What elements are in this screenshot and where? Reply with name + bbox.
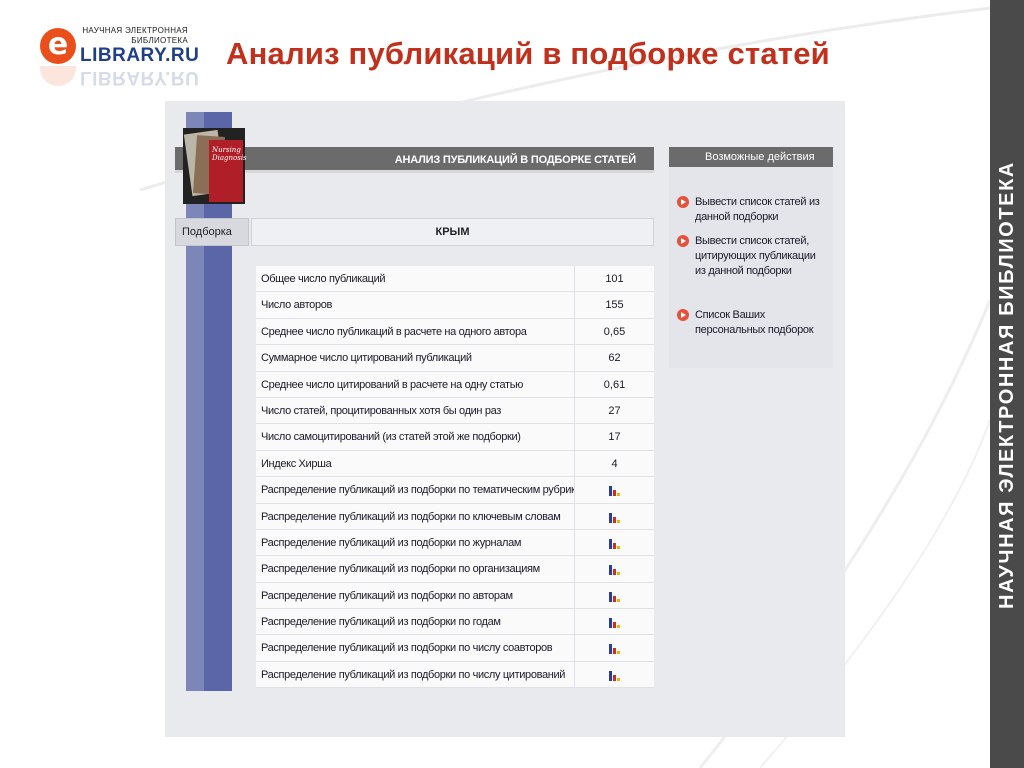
stat-label: Суммарное число цитирований публикаций [261,352,472,365]
elibrary-logo: e НАУЧНАЯ ЭЛЕКТРОННАЯ БИБЛИОТЕКА LIBRARY… [40,22,210,92]
bar-chart-icon[interactable] [609,642,621,655]
bar-chart-icon[interactable] [609,563,621,576]
stat-row: Суммарное число цитирований публикаций 62 [256,345,654,372]
bar-chart-icon[interactable] [609,511,621,523]
stats-table: Общее число публикаций 101 Число авторов 15… [256,266,654,689]
stat-row: Число статей, процитированных хотя бы од… [256,397,654,425]
book-cover-title: Nursing Diagnosis [212,146,247,162]
stat-label: Общее число публикаций [261,273,386,285]
column-divider [574,609,575,635]
arrow-bullet-icon [677,196,689,208]
column-divider [574,477,575,503]
stat-value: 27 [608,404,621,417]
distribution-row[interactable]: Распределение публикаций из подборки по … [256,529,654,557]
distribution-label[interactable]: Распределение публикаций из подборки по … [261,609,575,635]
stat-label: Число статей, процитированных хотя бы од… [261,404,501,417]
distribution-row[interactable]: Распределение публикаций из подборки по … [256,661,654,689]
slide: e НАУЧНАЯ ЭЛЕКТРОННАЯ БИБЛИОТЕКА LIBRARY… [0,0,1024,768]
action-label[interactable]: Список Ваших персональных подборок [695,308,827,338]
logo-reflection [40,66,76,86]
stat-value: 62 [608,352,621,365]
logo-wordmark-reflection: LIBRARY.RU [80,67,200,88]
logo-subtitle-line1: НАУЧНАЯ ЭЛЕКТРОННАЯ [82,26,188,35]
stat-label: Среднее число публикаций в расчете на од… [261,325,527,338]
selection-value: КРЫМ [251,218,654,246]
stat-label: Число авторов [261,299,332,312]
page-number: 20 [938,707,956,724]
books-image: Nursing Diagnosis [183,128,247,204]
actions-panel: Возможные действия Вывести список статей… [669,147,833,368]
arrow-bullet-icon [677,309,689,321]
stat-value: 155 [605,299,624,312]
action-label[interactable]: Вывести список статей из данной подборки [695,195,827,225]
stat-label: Среднее число цитирований в расчете на о… [261,378,524,391]
stat-value: 4 [611,457,618,470]
actions-header: Возможные действия [669,147,833,167]
stat-row: Общее число публикаций 101 [256,266,654,293]
bar-chart-icon[interactable] [609,537,621,549]
distribution-label[interactable]: Распределение публикаций из подборки по … [261,530,575,556]
column-divider [574,661,575,688]
distribution-label[interactable]: Распределение публикаций из подборки по … [261,662,575,688]
side-band-label: НАУЧНАЯ ЭЛЕКТРОННАЯ БИБЛИОТЕКА [996,161,1018,609]
bar-chart-icon[interactable] [609,484,621,497]
distribution-row[interactable]: Распределение публикаций из подборки по … [256,609,654,636]
analysis-header-title: АНАЛИЗ ПУБЛИКАЦИЙ В ПОДБОРКЕ СТАТЕЙ [394,154,636,166]
logo-e-icon: e [40,28,76,64]
column-divider [574,635,575,661]
slide-title: Анализ публикаций в подборке статей [226,36,830,71]
action-label[interactable]: Вывести список статей, цитирующих публик… [695,234,827,279]
selection-label: Подборка [175,218,249,246]
distribution-row[interactable]: Распределение публикаций из подборки по … [256,477,654,504]
distribution-label[interactable]: Распределение публикаций из подборки по … [261,583,575,609]
distribution-label[interactable]: Распределение публикаций из подборки по … [261,635,575,661]
distribution-label[interactable]: Распределение публикаций из подборки по … [261,504,575,530]
stat-value: 101 [605,273,624,285]
stat-label: Число самоцитирований (из статей этой же… [261,431,521,444]
stat-label: Индекс Хирша [261,457,332,470]
stat-value: 17 [608,431,621,444]
bar-chart-icon[interactable] [609,590,621,602]
side-band-text: НАУЧНАЯ ЭЛЕКТРОННАЯ БИБЛИОТЕКА [990,0,1024,768]
distribution-row[interactable]: Распределение публикаций из подборки по … [256,556,654,583]
distribution-row[interactable]: Распределение публикаций из подборки по … [256,582,654,610]
stat-value: 0,65 [603,325,626,338]
distribution-label[interactable]: Распределение публикаций из подборки по … [261,477,575,503]
distribution-row[interactable]: Распределение публикаций из подборки по … [256,503,654,530]
stat-row: Индекс Хирша 4 [256,450,654,478]
logo-wordmark: LIBRARY.RU [80,45,200,66]
stat-row: Число авторов 155 [256,292,654,319]
stat-row: Среднее число цитирований в расчете на о… [256,371,654,398]
stat-value: 0,61 [603,378,626,391]
distribution-row[interactable]: Распределение публикаций из подборки по … [256,635,654,662]
arrow-bullet-icon [677,235,689,247]
column-divider [574,503,575,529]
selection-row: Подборка КРЫМ [175,218,654,246]
bar-chart-icon[interactable] [609,616,621,629]
logo-subtitle: НАУЧНАЯ ЭЛЕКТРОННАЯ БИБЛИОТЕКА [80,26,188,46]
stat-row: Число самоцитирований (из статей этой же… [256,424,654,451]
column-divider [574,529,575,556]
bar-chart-icon[interactable] [609,669,621,681]
column-divider [574,582,575,609]
distribution-label[interactable]: Распределение публикаций из подборки по … [261,556,575,582]
column-divider [574,556,575,582]
stat-row: Среднее число публикаций в расчете на од… [256,318,654,346]
book-cover-3: Nursing Diagnosis [209,140,247,202]
